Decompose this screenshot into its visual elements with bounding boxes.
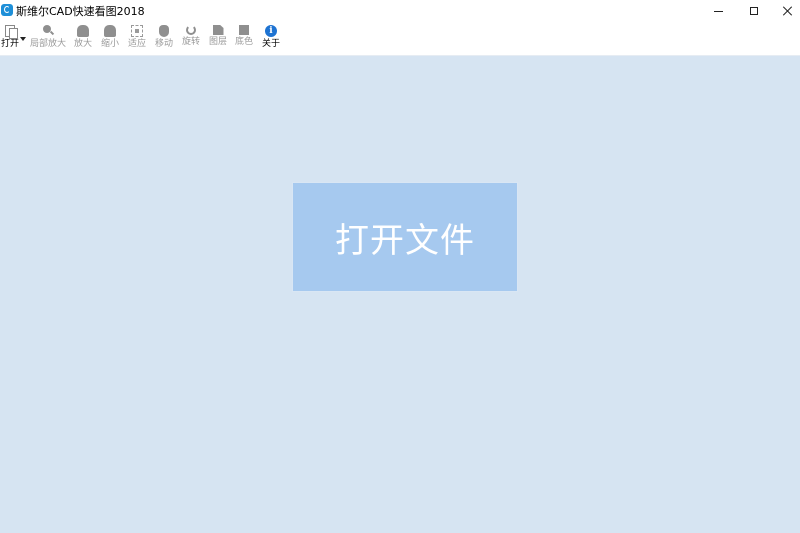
pan-hand-icon	[159, 25, 169, 37]
open-file-icon	[5, 25, 18, 39]
open-button[interactable]: 打开	[0, 23, 20, 54]
rotate-icon	[186, 25, 196, 35]
about-button[interactable]: i 关于	[261, 23, 281, 54]
window-title: 斯维尔CAD快速看图2018	[16, 5, 145, 18]
fit-view-button[interactable]: 适应	[127, 23, 147, 54]
app-logo-icon	[1, 4, 13, 16]
pan-label: 移动	[154, 39, 173, 49]
info-icon: i	[265, 25, 277, 37]
background-color-icon	[239, 25, 249, 35]
layers-icon	[212, 25, 224, 35]
zoom-window-label: 局部放大	[30, 39, 67, 49]
background-color-label: 底色	[234, 37, 253, 47]
zoom-out-label: 缩小	[100, 39, 119, 49]
close-icon	[783, 6, 793, 16]
toolbar: 打开 局部放大 放大 缩小 适应 移动 旋转 图层 底色 i 关于	[0, 22, 800, 55]
layers-button[interactable]: 图层	[208, 23, 228, 54]
zoom-out-button[interactable]: 缩小	[100, 23, 120, 54]
open-label: 打开	[0, 39, 19, 49]
minimize-icon	[713, 10, 723, 12]
background-color-button[interactable]: 底色	[234, 23, 254, 54]
open-dropdown-arrow-icon[interactable]	[20, 37, 26, 41]
about-label: 关于	[261, 39, 280, 49]
layers-label: 图层	[208, 37, 227, 47]
drawing-canvas[interactable]: 打开文件	[0, 55, 800, 533]
minimize-button[interactable]	[700, 0, 736, 22]
maximize-icon	[750, 7, 758, 15]
rotate-button[interactable]: 旋转	[181, 23, 201, 54]
fit-view-icon	[131, 25, 143, 37]
zoom-in-button[interactable]: 放大	[73, 23, 93, 54]
zoom-in-label: 放大	[73, 39, 92, 49]
zoom-window-icon	[42, 25, 54, 37]
maximize-button[interactable]	[736, 0, 772, 22]
close-button[interactable]	[770, 0, 800, 22]
title-bar: 斯维尔CAD快速看图2018	[0, 0, 800, 22]
zoom-in-icon	[77, 25, 89, 37]
zoom-out-icon	[104, 25, 116, 37]
open-file-button[interactable]: 打开文件	[292, 182, 518, 292]
fit-view-label: 适应	[127, 39, 146, 49]
zoom-window-button[interactable]: 局部放大	[30, 23, 66, 54]
pan-button[interactable]: 移动	[154, 23, 174, 54]
rotate-label: 旋转	[181, 37, 200, 47]
